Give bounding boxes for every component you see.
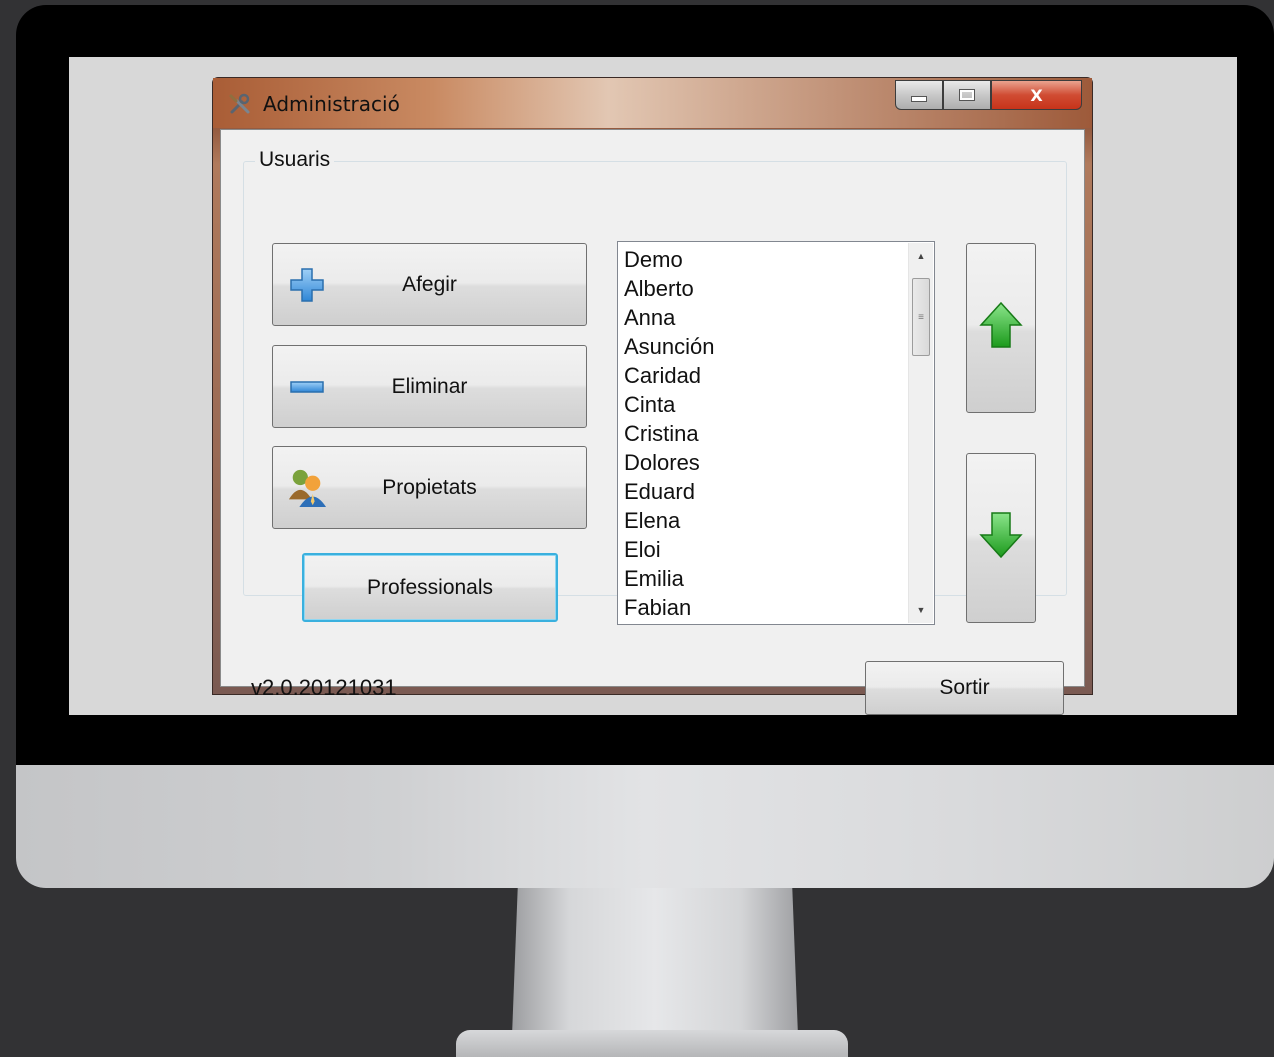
minus-icon <box>287 367 327 407</box>
users-list: Demo Alberto Anna Asunción Caridad Cinta Crist… <box>624 245 715 622</box>
add-user-button[interactable]: Afegir <box>272 243 587 326</box>
list-item[interactable]: Eduard <box>624 477 715 506</box>
list-item[interactable]: Dolores <box>624 448 715 477</box>
window-title: Administració <box>263 92 400 116</box>
list-scrollbar[interactable]: ▲ ≡ ▼ <box>908 243 933 623</box>
exit-label: Sortir <box>939 676 990 699</box>
list-item[interactable]: Asunción <box>624 332 715 361</box>
admin-window: Administració X Usuaris Afegir Eliminar … <box>212 77 1093 715</box>
monitor-stand-base <box>456 1030 848 1057</box>
exit-button[interactable]: Sortir <box>865 661 1064 715</box>
list-item[interactable]: Cristina <box>624 419 715 448</box>
users-group-label: Usuaris <box>255 148 335 172</box>
monitor-chin <box>16 765 1274 888</box>
arrow-up-icon <box>979 301 1023 355</box>
window-client-area: Usuaris Afegir Eliminar Propietats Profe… <box>220 129 1085 715</box>
professionals-label: Professionals <box>366 575 494 599</box>
version-label: v2.0.20121031 <box>251 675 397 700</box>
close-icon: X <box>1030 85 1043 105</box>
remove-user-button[interactable]: Eliminar <box>272 345 587 428</box>
list-item[interactable]: Cinta <box>624 390 715 419</box>
plus-icon <box>287 265 327 305</box>
users-icon <box>287 468 327 508</box>
caption-buttons: X <box>895 80 1082 112</box>
arrow-down-icon <box>979 511 1023 565</box>
professionals-button[interactable]: Professionals <box>302 553 558 622</box>
list-item[interactable]: Caridad <box>624 361 715 390</box>
scroll-thumb[interactable]: ≡ <box>912 278 930 356</box>
scroll-down-icon[interactable]: ▼ <box>909 599 933 621</box>
title-bar[interactable]: Administració X <box>213 78 1092 128</box>
move-down-button[interactable] <box>966 453 1036 623</box>
close-button[interactable]: X <box>991 80 1082 110</box>
list-item[interactable]: Anna <box>624 303 715 332</box>
properties-button[interactable]: Propietats <box>272 446 587 529</box>
move-up-button[interactable] <box>966 243 1036 413</box>
minimize-icon <box>911 96 927 102</box>
list-item[interactable]: Demo <box>624 245 715 274</box>
minimize-button[interactable] <box>895 80 943 110</box>
list-item[interactable]: Eloi <box>624 535 715 564</box>
users-listbox[interactable]: Demo Alberto Anna Asunción Caridad Cinta Crist… <box>617 241 935 625</box>
tools-icon <box>228 92 252 116</box>
list-item[interactable]: Emilia <box>624 564 715 593</box>
list-item[interactable]: Alberto <box>624 274 715 303</box>
list-item[interactable]: Elena <box>624 506 715 535</box>
maximize-icon <box>960 90 974 100</box>
monitor-stand <box>512 888 798 1036</box>
maximize-button[interactable] <box>943 80 991 110</box>
list-item[interactable]: Fabian <box>624 593 715 622</box>
scroll-up-icon[interactable]: ▲ <box>909 245 933 267</box>
